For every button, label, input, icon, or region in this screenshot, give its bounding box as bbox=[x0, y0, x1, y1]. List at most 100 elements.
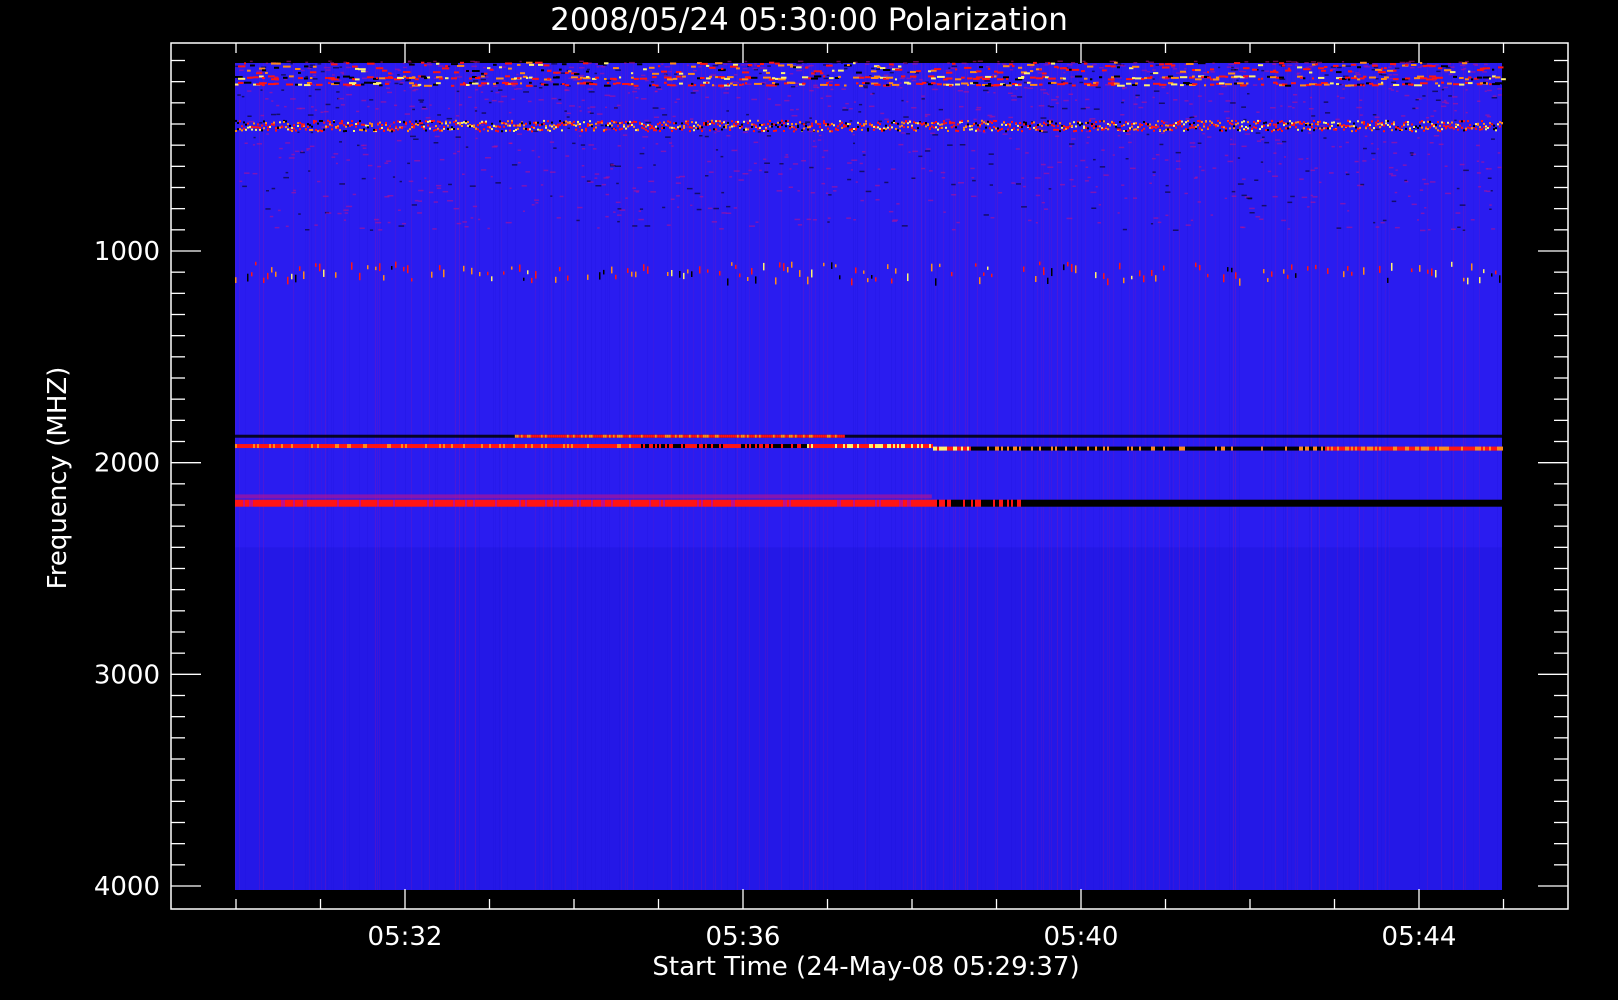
band-1920-mark bbox=[659, 444, 661, 449]
noise-speck bbox=[1417, 219, 1420, 221]
band-2190-mark bbox=[243, 499, 245, 507]
band-mark bbox=[843, 124, 845, 127]
band-mark bbox=[1449, 123, 1451, 126]
band-mark bbox=[947, 130, 949, 132]
noise-speck bbox=[943, 211, 946, 213]
noise-speck bbox=[821, 156, 825, 158]
band-mark bbox=[715, 120, 717, 123]
band-1920-mark bbox=[1323, 446, 1325, 451]
band-mark bbox=[945, 122, 947, 125]
interference-mark bbox=[1429, 75, 1437, 78]
band-1920-mark bbox=[799, 444, 801, 449]
band-1920-mark bbox=[883, 444, 885, 449]
band-mark bbox=[1053, 125, 1055, 128]
noise-speck bbox=[713, 207, 719, 210]
noise-speck bbox=[963, 91, 969, 93]
band-2190-mark bbox=[457, 499, 459, 507]
interference-mark bbox=[871, 70, 877, 73]
band-mark bbox=[763, 123, 765, 126]
noise-stripe bbox=[767, 63, 768, 890]
interference-mark bbox=[520, 82, 523, 85]
band-2190-mark bbox=[455, 499, 457, 507]
noise-stripe bbox=[1199, 63, 1200, 890]
interference-mark bbox=[382, 69, 388, 72]
noise-speck bbox=[311, 106, 314, 108]
noise-speck bbox=[1362, 160, 1367, 162]
interference-mark bbox=[691, 82, 694, 85]
band-2190-mark bbox=[689, 499, 691, 507]
noise-speck bbox=[1309, 65, 1314, 68]
band-mark bbox=[415, 123, 417, 126]
interference-mark bbox=[517, 63, 521, 66]
band-1920-mark bbox=[1059, 446, 1061, 451]
noise-speck bbox=[503, 80, 506, 82]
interference-mark bbox=[1063, 77, 1066, 80]
interference-mark bbox=[595, 76, 599, 79]
noise-speck bbox=[305, 75, 308, 78]
sparse-mark bbox=[251, 272, 253, 277]
band-2190-mark bbox=[701, 499, 703, 507]
noise-speck bbox=[490, 90, 493, 92]
noise-speck bbox=[442, 190, 449, 193]
noise-stripe bbox=[333, 63, 334, 890]
noise-speck bbox=[498, 89, 503, 91]
interference-mark bbox=[520, 72, 526, 75]
band-1920-mark bbox=[953, 446, 955, 451]
noise-speck bbox=[1264, 70, 1270, 72]
interference-mark bbox=[1270, 76, 1277, 79]
sparse-mark bbox=[1051, 268, 1053, 277]
band-2190-mark bbox=[707, 499, 709, 507]
interference-mark bbox=[313, 65, 317, 68]
interference-mark bbox=[745, 82, 748, 85]
band-1920-mark bbox=[1171, 446, 1173, 451]
interference-mark bbox=[1501, 82, 1507, 85]
band-mark bbox=[729, 128, 731, 131]
noise-speck bbox=[581, 165, 585, 167]
band-mark bbox=[497, 130, 499, 133]
noise-speck bbox=[899, 77, 905, 80]
interference-mark bbox=[571, 76, 578, 79]
interference-mark bbox=[988, 83, 992, 85]
interference-mark bbox=[346, 62, 350, 65]
noise-speck bbox=[1011, 95, 1017, 97]
band-mark bbox=[1259, 120, 1261, 122]
noise-stripe bbox=[1171, 63, 1172, 890]
band-mark bbox=[439, 129, 441, 132]
band-mark bbox=[1471, 127, 1473, 130]
noise-stripe bbox=[595, 63, 596, 890]
band-mark bbox=[355, 123, 357, 125]
interference-mark bbox=[952, 62, 956, 65]
band-1920-mark bbox=[607, 444, 609, 449]
band-1920-mark bbox=[463, 444, 465, 449]
band-mark bbox=[731, 120, 733, 123]
band-1870-hot bbox=[738, 434, 741, 438]
band-2190-mark bbox=[381, 499, 383, 507]
sparse-mark bbox=[1207, 273, 1209, 278]
band-2190-mark bbox=[687, 499, 689, 507]
noise-speck bbox=[699, 135, 703, 137]
sparse-mark bbox=[555, 276, 557, 283]
band-1920-mark bbox=[509, 444, 511, 449]
band-1920-mark bbox=[1131, 446, 1133, 451]
band-mark bbox=[529, 128, 531, 131]
band-mark bbox=[779, 121, 781, 124]
band-1920-mark bbox=[673, 444, 675, 449]
noise-stripe bbox=[405, 63, 406, 890]
noise-speck bbox=[595, 185, 602, 187]
noise-speck bbox=[284, 105, 287, 108]
band-1920-mark bbox=[511, 444, 513, 449]
band-1870-hot bbox=[808, 434, 811, 438]
sparse-mark bbox=[599, 272, 601, 280]
band-2190-mark bbox=[795, 499, 797, 507]
sparse-mark bbox=[531, 277, 533, 284]
band-1870-hot bbox=[656, 434, 659, 438]
interference-mark bbox=[811, 72, 815, 75]
band-mark bbox=[1435, 123, 1437, 126]
noise-speck bbox=[1261, 204, 1267, 207]
band-1920-mark bbox=[1425, 446, 1427, 451]
band-mark bbox=[1219, 121, 1221, 124]
noise-stripe bbox=[1129, 63, 1130, 890]
band-mark bbox=[477, 124, 479, 127]
noise-speck bbox=[1117, 134, 1121, 137]
band-mark bbox=[551, 121, 553, 124]
